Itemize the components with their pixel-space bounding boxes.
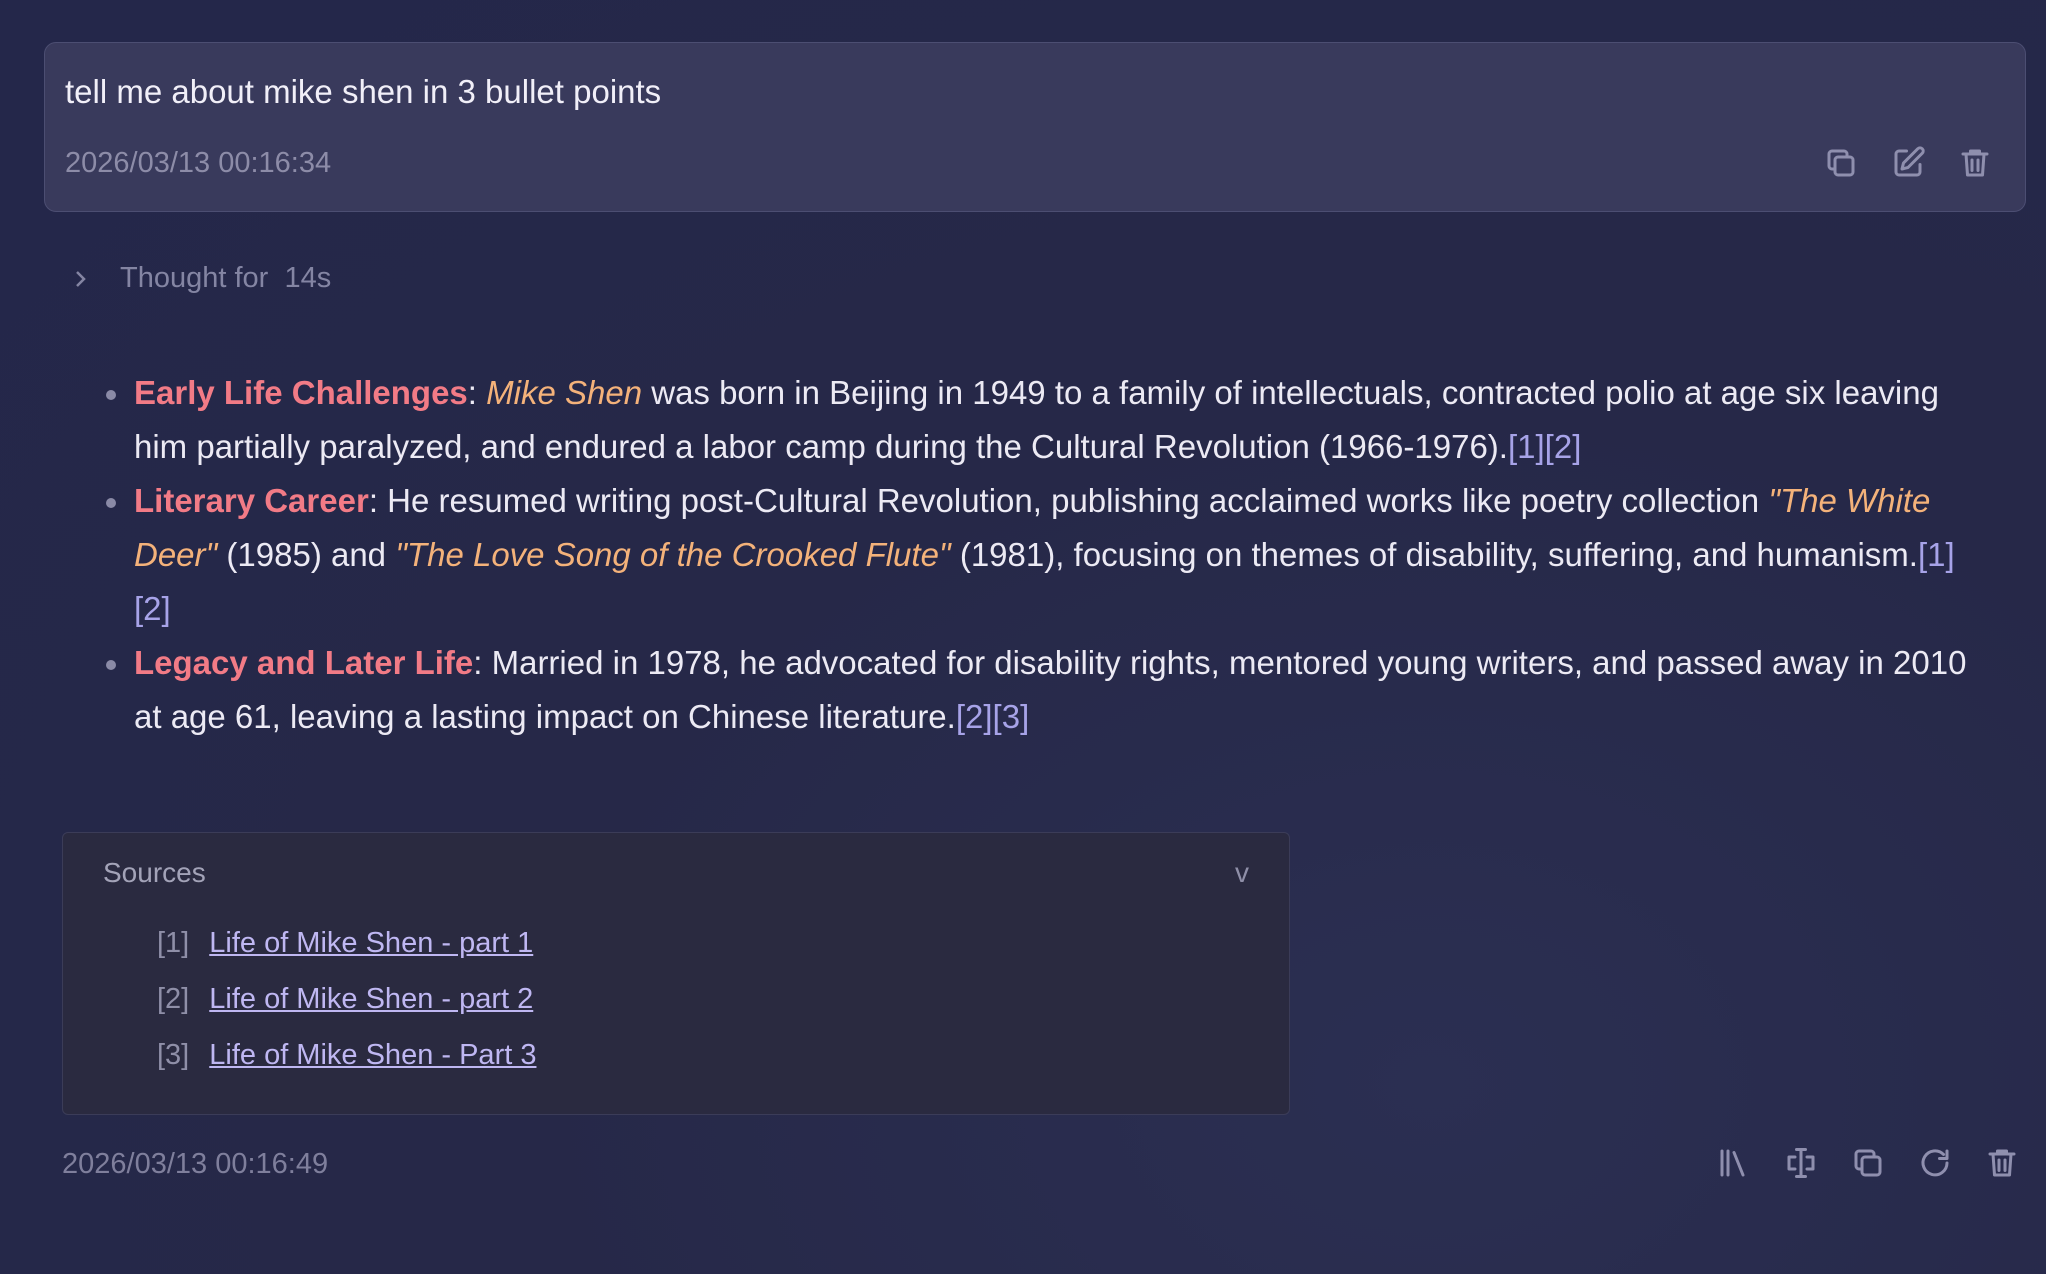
copy-icon[interactable]	[1848, 1143, 1888, 1183]
sources-title: Sources	[103, 857, 206, 888]
translate-icon[interactable]	[1781, 1143, 1821, 1183]
thought-label: Thought for	[120, 262, 269, 294]
answer-bullet: Literary Career: He resumed writing post…	[104, 474, 1984, 636]
library-icon[interactable]	[1714, 1143, 1754, 1183]
thought-toggle[interactable]: Thought for 14s	[68, 262, 331, 295]
bullet-text: : He resumed writing post-Cultural Revol…	[368, 482, 1769, 519]
bullet-separator: :	[467, 374, 477, 411]
source-link[interactable]: Life of Mike Shen - part 2	[209, 983, 533, 1039]
person-name: Mike Shen	[486, 374, 643, 411]
user-message-actions	[1794, 143, 1995, 183]
answer-bullet: Legacy and Later Life: Married in 1978, …	[104, 636, 1984, 744]
source-number: [3]	[157, 1039, 190, 1071]
sources-collapse-toggle[interactable]: v	[1235, 857, 1249, 889]
edit-icon[interactable]	[1888, 143, 1928, 183]
source-link[interactable]: Life of Mike Shen - part 1	[209, 927, 533, 983]
assistant-timestamp: 2026/03/13 00:16:49	[62, 1148, 329, 1180]
bullet-term: Legacy and Later Life	[134, 644, 474, 681]
bullet-term: Early Life Challenges	[134, 374, 468, 411]
regenerate-icon[interactable]	[1915, 1143, 1955, 1183]
citation-link[interactable]: [1]	[1508, 428, 1545, 465]
trash-icon[interactable]	[1955, 143, 1995, 183]
citation-link[interactable]: [1]	[1918, 536, 1955, 573]
bullet-term: Literary Career	[134, 482, 369, 519]
source-item: [2] Life of Mike Shen - part 2	[157, 983, 536, 1039]
chevron-right-icon	[76, 270, 86, 287]
user-message-text: tell me about mike shen in 3 bullet poin…	[65, 73, 662, 110]
bullet-text: (1985) and	[217, 536, 396, 573]
copy-icon[interactable]	[1821, 143, 1861, 183]
citation-link[interactable]: [2]	[1545, 428, 1582, 465]
answer-bullet: Early Life Challenges: Mike Shen was bor…	[104, 366, 1984, 474]
source-item: [3] Life of Mike Shen - Part 3	[157, 1039, 536, 1095]
citation-link[interactable]: [3]	[993, 698, 1030, 735]
citation-link[interactable]: [2]	[134, 590, 171, 627]
assistant-actions	[1687, 1143, 2022, 1183]
trash-icon[interactable]	[1982, 1143, 2022, 1183]
user-message-timestamp: 2026/03/13 00:16:34	[65, 147, 332, 179]
thought-duration: 14s	[284, 262, 332, 294]
sources-list: [1] Life of Mike Shen - part 1 [2] Life …	[157, 927, 536, 1095]
user-message-card: tell me about mike shen in 3 bullet poin…	[44, 42, 2026, 212]
citation-link[interactable]: [2]	[956, 698, 993, 735]
source-number: [2]	[157, 983, 190, 1015]
source-link[interactable]: Life of Mike Shen - Part 3	[209, 1039, 536, 1095]
source-number: [1]	[157, 927, 190, 959]
source-item: [1] Life of Mike Shen - part 1	[157, 927, 536, 983]
sources-panel: Sources v [1] Life of Mike Shen - part 1…	[62, 832, 1290, 1115]
bullet-text: (1981), focusing on themes of disability…	[950, 536, 1918, 573]
assistant-answer: Early Life Challenges: Mike Shen was bor…	[104, 366, 1984, 744]
work-title: "The Love Song of the Crooked Flute"	[395, 536, 951, 573]
